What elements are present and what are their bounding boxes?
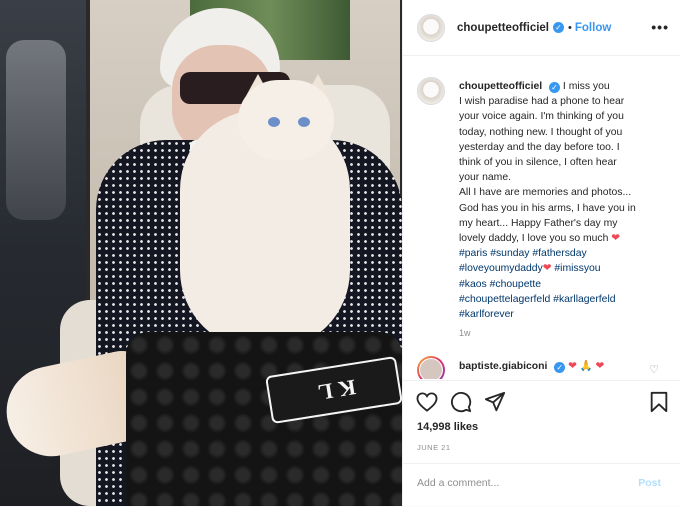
- cat-eye-left: [268, 117, 280, 127]
- hashtag-link[interactable]: #fathersday: [532, 248, 586, 259]
- instagram-post: KL choupetteofficiel ✓ • Follow ••• chou…: [0, 0, 680, 506]
- hashtag-link[interactable]: #choupettelagerfeld: [459, 294, 550, 305]
- add-comment-bar: Post: [403, 463, 680, 507]
- hashtag-link[interactable]: #paris: [459, 248, 487, 259]
- caption-line: God has you in his arms, I have you in: [459, 202, 636, 214]
- verified-badge-icon: ✓: [553, 22, 565, 33]
- post-comment-button[interactable]: Post: [638, 477, 661, 489]
- comment-like-icon[interactable]: ♡: [649, 363, 659, 376]
- caption-time-ago[interactable]: 1w: [459, 328, 471, 338]
- header-username[interactable]: choupetteofficiel: [457, 22, 549, 34]
- comments-section[interactable]: choupetteofficiel ✓ I miss you I wish pa…: [403, 57, 680, 379]
- comment-row: baptiste.giabiconi ✓ ❤ 🙏 ❤: [459, 359, 604, 373]
- heart-emoji-icon: ❤: [542, 263, 552, 275]
- share-paper-plane-icon[interactable]: [483, 390, 507, 414]
- hashtag-link[interactable]: #karlforever: [459, 309, 514, 320]
- caption-text: choupetteofficiel ✓ I miss you I wish pa…: [459, 79, 673, 322]
- quilted-bag: [126, 332, 402, 506]
- caption-line: All I have are memories and photos...: [459, 187, 632, 199]
- caption-username[interactable]: choupetteofficiel: [459, 81, 542, 92]
- cat-eye-right: [298, 117, 310, 127]
- caption-line: yesterday and the day before too. I: [459, 141, 620, 153]
- post-date: JUNE 21: [417, 443, 451, 452]
- comment-input[interactable]: [417, 472, 617, 494]
- caption-line: I miss you: [562, 81, 610, 92]
- caption-line: your voice again. I'm thinking of you: [459, 111, 624, 123]
- caption-line: lovely daddy, I love you so much: [459, 233, 609, 245]
- post-photo[interactable]: KL: [0, 0, 402, 506]
- phone-case-text: KL: [310, 374, 358, 407]
- caption-line: my heart... Happy Father's day my: [459, 217, 618, 229]
- caption-avatar[interactable]: [417, 77, 445, 105]
- post-actions: 14,998 likes JUNE 21 Post: [403, 380, 680, 498]
- cat-head: [238, 80, 334, 160]
- caption-line: today, nothing new. I thought of you: [459, 126, 623, 138]
- heart-emoji-icon: ❤: [611, 233, 621, 245]
- commenter-username[interactable]: baptiste.giabiconi: [459, 361, 547, 372]
- more-options-icon[interactable]: •••: [651, 19, 669, 35]
- hashtag-link[interactable]: #choupette: [490, 279, 541, 290]
- like-heart-icon[interactable]: [415, 390, 439, 414]
- hashtag-link[interactable]: #sunday: [490, 248, 529, 259]
- likes-count[interactable]: 14,998 likes: [417, 421, 478, 433]
- hashtag-link[interactable]: #loveyoumydaddy: [459, 263, 543, 274]
- verified-badge-icon: ✓: [549, 82, 561, 93]
- comment-bubble-icon[interactable]: [449, 390, 473, 414]
- comment-emojis: ❤ 🙏 ❤: [568, 361, 605, 372]
- bookmark-icon[interactable]: [647, 390, 671, 414]
- commenter-avatar[interactable]: [417, 356, 445, 379]
- follow-button[interactable]: Follow: [575, 22, 611, 34]
- caption-line: I wish paradise had a phone to hear: [459, 96, 625, 108]
- verified-badge-icon: ✓: [554, 362, 566, 373]
- hashtag-link[interactable]: #kaos: [459, 279, 487, 290]
- hashtag-link[interactable]: #imissyou: [554, 263, 600, 274]
- jet-window: [6, 40, 66, 220]
- hashtag-link[interactable]: #karllagerfeld: [553, 294, 615, 305]
- caption-line: your name.: [459, 172, 511, 184]
- avatar[interactable]: [417, 13, 445, 42]
- separator-dot: •: [568, 21, 572, 34]
- post-header: choupetteofficiel ✓ • Follow •••: [403, 0, 680, 56]
- post-sidebar: choupetteofficiel ✓ • Follow ••• choupet…: [402, 0, 680, 506]
- caption-line: think of you in silence, I often hear: [459, 157, 617, 169]
